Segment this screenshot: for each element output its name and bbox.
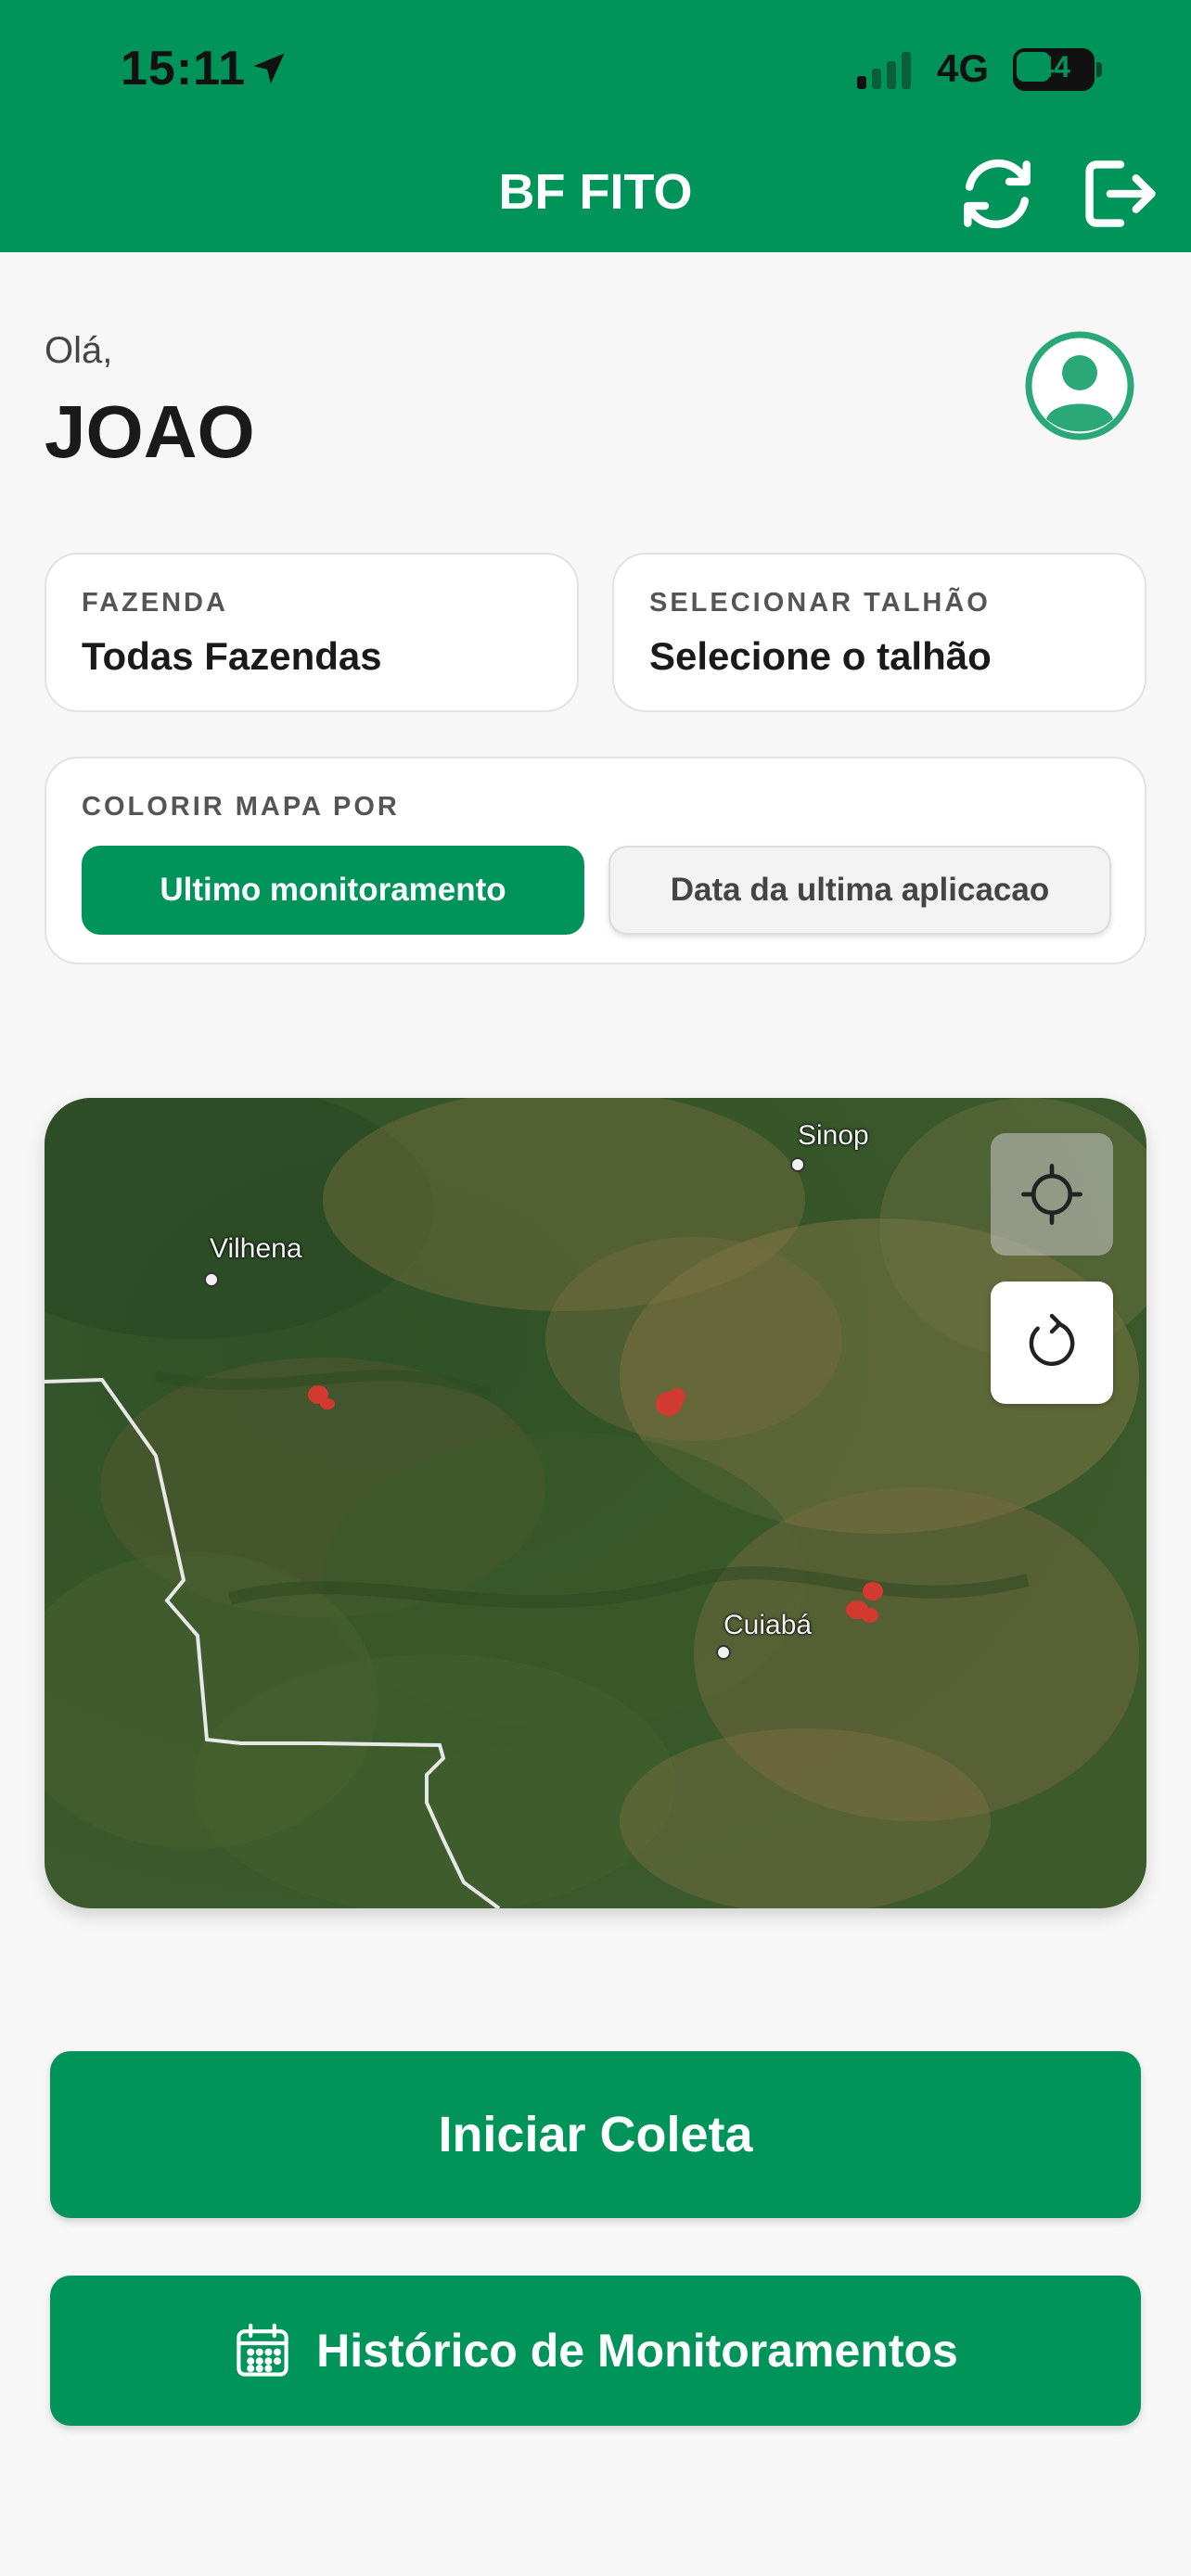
start-collection-label: Iniciar Coleta <box>438 2107 753 2162</box>
start-collection-button[interactable]: Iniciar Coleta <box>50 2051 1141 2218</box>
monitoring-history-button[interactable]: Histórico de Monitoramentos <box>50 2276 1141 2426</box>
app-title: BF FITO <box>498 164 693 220</box>
map-label-vilhena: Vilhena <box>210 1233 302 1264</box>
greeting-text: Olá, <box>45 330 113 371</box>
color-by-card: COLORIR MAPA POR Ultimo monitoramento Da… <box>45 757 1146 964</box>
user-avatar-icon[interactable] <box>1024 330 1135 441</box>
plot-value: Selecione o talhão <box>649 634 992 678</box>
monitoring-history-label: Histórico de Monitoramentos <box>316 2325 958 2377</box>
color-by-label: COLORIR MAPA POR <box>82 792 400 822</box>
location-arrow-icon <box>253 53 285 84</box>
map-imagery <box>45 1098 1146 1908</box>
satellite-map[interactable]: Sinop Vilhena Cuiabá <box>45 1098 1146 1908</box>
battery-level: 44 <box>1037 50 1070 83</box>
calendar-icon <box>237 2323 288 2377</box>
network-type: 4G <box>937 46 990 90</box>
status-time: 15:11 <box>121 42 247 96</box>
logout-icon[interactable] <box>1082 158 1159 230</box>
refresh-icon <box>1029 1313 1075 1366</box>
refresh-map-button[interactable] <box>991 1282 1113 1404</box>
sync-icon[interactable] <box>955 156 1039 232</box>
plot-selector[interactable]: SELECIONAR TALHÃO Selecione o talhão <box>612 553 1146 712</box>
map-label-sinop: Sinop <box>798 1120 869 1151</box>
app-header: 15:11 4G 44 BF FITO <box>0 0 1191 252</box>
crosshair-icon <box>1021 1164 1082 1225</box>
toggle-last-monitoring[interactable]: Ultimo monitoramento <box>82 846 584 935</box>
map-label-cuiaba: Cuiabá <box>724 1610 813 1640</box>
farm-label: FAZENDA <box>82 588 228 618</box>
battery-icon: 44 <box>1013 48 1102 91</box>
farm-value: Todas Fazendas <box>82 634 382 678</box>
toggle-last-application[interactable]: Data da ultima aplicacao <box>608 846 1111 935</box>
plot-label: SELECIONAR TALHÃO <box>649 588 991 618</box>
user-name: JOAO <box>45 390 255 473</box>
farm-selector[interactable]: FAZENDA Todas Fazendas <box>45 553 579 712</box>
locate-button[interactable] <box>991 1133 1113 1256</box>
signal-icon <box>857 52 911 89</box>
